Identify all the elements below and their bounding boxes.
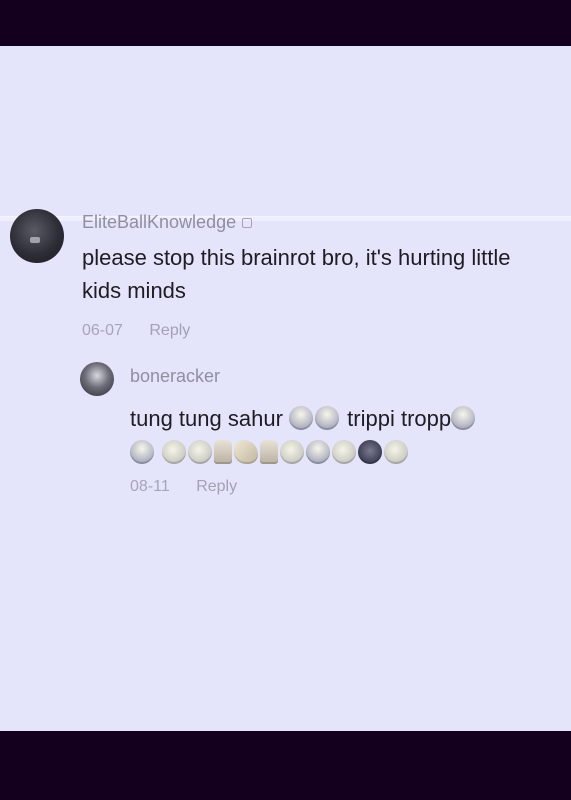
bottom-black-bar [0,731,571,800]
praying-hands-emoji [260,440,279,464]
reply-text-line-1: tung tung sahur trippi tropp [130,402,571,436]
comment-date: 06-07 [82,322,123,339]
laugh-cry-emoji [130,440,154,464]
surprised-emoji [280,440,305,464]
reply-text-segment: tung tung sahur [130,406,283,431]
star-eyes-emoji [332,440,357,464]
reply-avatar[interactable] [80,362,114,396]
clapping-hands-emoji [234,440,259,464]
laugh-cry-emoji [289,406,314,430]
comment-text: please stop this brainrot bro, it's hurt… [82,245,511,303]
devil-emoji [358,440,383,464]
avatar[interactable] [10,209,64,263]
laugh-cry-emoji [315,406,340,430]
laugh-cry-emoji [306,440,331,464]
reply-meta: 08-11 Reply [130,478,237,496]
reply-button[interactable]: Reply [149,322,190,340]
avatar-highlight [30,237,40,243]
reply-username[interactable]: boneracker [130,366,220,387]
praying-hands-emoji [214,440,233,464]
star-eyes-emoji [162,440,187,464]
reply-text: tung tung sahur trippi tropp [130,402,571,470]
reply-date: 08-11 [130,478,170,495]
comment-meta: 06-07 Reply [82,322,190,340]
username-label[interactable]: EliteBallKnowledge [82,212,236,232]
smile-emoji [384,440,409,464]
reply-text-segment: trippi tropp [347,406,452,431]
reply-text-line-2 [130,436,571,470]
laugh-cry-emoji [451,406,476,430]
star-eyes-emoji [188,440,213,464]
reply-button[interactable]: Reply [196,478,237,496]
top-black-bar [0,0,571,46]
lock-icon [242,218,253,229]
comment-username[interactable]: EliteBallKnowledge [82,212,253,233]
